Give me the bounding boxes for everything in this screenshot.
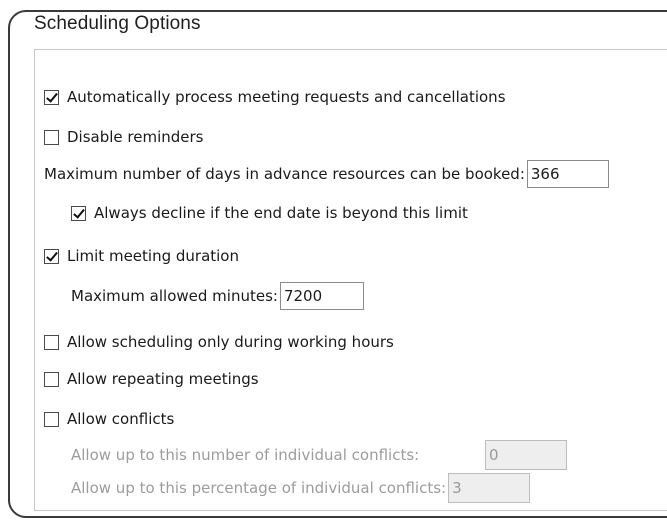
working-hours-checkbox[interactable] — [44, 334, 59, 350]
conflicts-label: Allow conflicts — [67, 410, 175, 428]
limit-duration-row[interactable]: Limit meeting duration — [44, 246, 239, 266]
repeating-row[interactable]: Allow repeating meetings — [44, 369, 259, 389]
conflict-count-input[interactable] — [485, 440, 567, 470]
scheduling-options-panel: Scheduling Options Automatically process… — [8, 10, 667, 518]
conflict-percent-label: Allow up to this percentage of individua… — [71, 479, 447, 497]
auto-process-checkbox[interactable] — [44, 89, 59, 105]
disable-reminders-checkbox[interactable] — [44, 129, 59, 145]
auto-process-label: Automatically process meeting requests a… — [67, 88, 506, 106]
max-minutes-input[interactable] — [279, 282, 364, 310]
always-decline-checkbox[interactable] — [71, 205, 86, 221]
max-minutes-row: Maximum allowed minutes: — [71, 282, 364, 310]
working-hours-row[interactable]: Allow scheduling only during working hou… — [44, 332, 394, 352]
repeating-label: Allow repeating meetings — [67, 370, 259, 388]
max-days-row: Maximum number of days in advance resour… — [44, 160, 609, 188]
max-days-label: Maximum number of days in advance resour… — [44, 165, 525, 183]
conflicts-row[interactable]: Allow conflicts — [44, 409, 174, 429]
conflict-percent-input[interactable] — [448, 473, 531, 503]
max-days-input[interactable] — [526, 160, 609, 188]
options-section: Automatically process meeting requests a… — [34, 49, 667, 511]
conflict-count-row: Allow up to this number of individual co… — [71, 440, 567, 470]
auto-process-row[interactable]: Automatically process meeting requests a… — [44, 87, 506, 107]
always-decline-row[interactable]: Always decline if the end date is beyond… — [71, 203, 468, 223]
disable-reminders-row[interactable]: Disable reminders — [44, 127, 204, 147]
disable-reminders-label: Disable reminders — [67, 128, 204, 146]
repeating-checkbox[interactable] — [44, 371, 59, 387]
always-decline-label: Always decline if the end date is beyond… — [94, 204, 468, 222]
limit-duration-label: Limit meeting duration — [67, 247, 239, 265]
panel-title: Scheduling Options — [34, 13, 201, 34]
conflict-count-label: Allow up to this number of individual co… — [71, 446, 420, 464]
limit-duration-checkbox[interactable] — [44, 248, 59, 264]
conflicts-checkbox[interactable] — [44, 411, 59, 427]
max-minutes-label: Maximum allowed minutes: — [71, 287, 278, 305]
conflict-percent-row: Allow up to this percentage of individua… — [71, 473, 531, 503]
working-hours-label: Allow scheduling only during working hou… — [67, 333, 394, 351]
